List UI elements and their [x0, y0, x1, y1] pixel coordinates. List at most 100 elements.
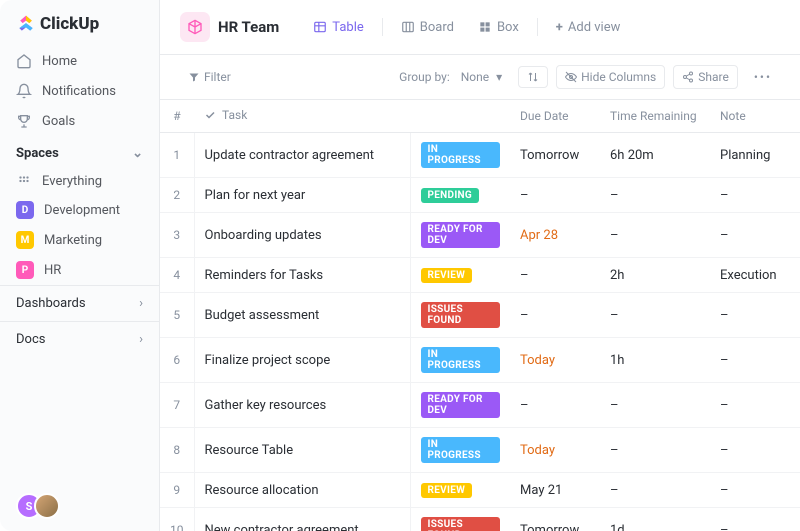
view-board[interactable]: Board	[393, 15, 462, 40]
note-cell[interactable]: –	[710, 473, 800, 508]
view-label: Table	[332, 20, 363, 35]
trophy-icon	[16, 113, 32, 129]
more-button[interactable]: •••	[746, 66, 780, 88]
due-date-cell[interactable]: Apr 28	[510, 213, 600, 258]
space-item-development[interactable]: DDevelopment	[0, 195, 159, 225]
filter-button[interactable]: Filter	[180, 66, 239, 88]
hide-columns-button[interactable]: Hide Columns	[556, 65, 665, 89]
topbar: HR Team Table Board Box + Add view	[160, 0, 800, 55]
due-date-cell[interactable]: –	[510, 383, 600, 428]
status-cell[interactable]: IN PROGRESS	[410, 133, 510, 178]
table-row[interactable]: 2 Plan for next year PENDING – – –	[160, 178, 800, 213]
time-remaining-cell[interactable]: 1d	[600, 508, 710, 531]
due-date-cell[interactable]: –	[510, 258, 600, 293]
nav-dashboards[interactable]: Dashboards ›	[0, 285, 159, 321]
brand-name: ClickUp	[40, 14, 99, 34]
time-remaining-cell[interactable]: –	[600, 473, 710, 508]
time-remaining-cell[interactable]: –	[600, 428, 710, 473]
col-status[interactable]	[410, 100, 510, 133]
brand-logo[interactable]: ClickUp	[0, 0, 159, 46]
task-name-cell[interactable]: Reminders for Tasks	[194, 258, 410, 293]
note-cell[interactable]: –	[710, 213, 800, 258]
note-cell[interactable]: –	[710, 293, 800, 338]
time-remaining-cell[interactable]: –	[600, 178, 710, 213]
avatar[interactable]	[34, 493, 60, 519]
task-name-cell[interactable]: Resource allocation	[194, 473, 410, 508]
table-row[interactable]: 9 Resource allocation REVIEW May 21 – –	[160, 473, 800, 508]
status-cell[interactable]: IN PROGRESS	[410, 428, 510, 473]
table-row[interactable]: 8 Resource Table IN PROGRESS Today – –	[160, 428, 800, 473]
status-cell[interactable]: ISSUES FOUND	[410, 293, 510, 338]
task-name-cell[interactable]: Resource Table	[194, 428, 410, 473]
note-cell[interactable]: –	[710, 338, 800, 383]
nav-docs[interactable]: Docs ›	[0, 321, 159, 357]
note-cell[interactable]: –	[710, 178, 800, 213]
table-row[interactable]: 6 Finalize project scope IN PROGRESS Tod…	[160, 338, 800, 383]
due-date-cell[interactable]: Today	[510, 428, 600, 473]
space-label: Development	[44, 203, 120, 218]
note-cell[interactable]: Planning	[710, 133, 800, 178]
time-remaining-cell[interactable]: –	[600, 383, 710, 428]
note-cell[interactable]: –	[710, 383, 800, 428]
task-name-cell[interactable]: Update contractor agreement	[194, 133, 410, 178]
row-number: 10	[160, 508, 194, 531]
view-table[interactable]: Table	[305, 15, 371, 40]
status-cell[interactable]: REVIEW	[410, 258, 510, 293]
status-badge: PENDING	[421, 188, 480, 203]
task-name-cell[interactable]: Finalize project scope	[194, 338, 410, 383]
sort-button[interactable]	[518, 66, 548, 88]
view-box[interactable]: Box	[470, 15, 527, 40]
table-row[interactable]: 10 New contractor agreement ISSUES FOUND…	[160, 508, 800, 531]
task-name-cell[interactable]: Plan for next year	[194, 178, 410, 213]
note-cell[interactable]: –	[710, 428, 800, 473]
task-name-cell[interactable]: Onboarding updates	[194, 213, 410, 258]
status-cell[interactable]: READY FOR DEV	[410, 213, 510, 258]
col-time[interactable]: Time Remaining	[600, 100, 710, 133]
add-view[interactable]: + Add view	[548, 15, 629, 40]
due-date-cell[interactable]: –	[510, 178, 600, 213]
time-remaining-cell[interactable]: –	[600, 213, 710, 258]
note-cell[interactable]: Execution	[710, 258, 800, 293]
nav-home[interactable]: Home	[0, 46, 159, 76]
time-remaining-cell[interactable]: 2h	[600, 258, 710, 293]
col-due[interactable]: Due Date	[510, 100, 600, 133]
space-item-hr[interactable]: PHR	[0, 255, 159, 285]
col-note[interactable]: Note	[710, 100, 800, 133]
nav-notifications[interactable]: Notifications	[0, 76, 159, 106]
share-button[interactable]: Share	[673, 65, 738, 89]
col-task[interactable]: Task	[194, 100, 410, 133]
table-row[interactable]: 4 Reminders for Tasks REVIEW – 2h Execut…	[160, 258, 800, 293]
status-cell[interactable]: IN PROGRESS	[410, 338, 510, 383]
task-name-cell[interactable]: Gather key resources	[194, 383, 410, 428]
table-row[interactable]: 3 Onboarding updates READY FOR DEV Apr 2…	[160, 213, 800, 258]
space-icon[interactable]	[180, 12, 210, 42]
table-row[interactable]: 1 Update contractor agreement IN PROGRES…	[160, 133, 800, 178]
due-date-cell[interactable]: Today	[510, 338, 600, 383]
dots-icon: •••	[754, 70, 772, 84]
task-name-cell[interactable]: New contractor agreement	[194, 508, 410, 531]
status-cell[interactable]: READY FOR DEV	[410, 383, 510, 428]
due-date-cell[interactable]: –	[510, 293, 600, 338]
status-cell[interactable]: PENDING	[410, 178, 510, 213]
time-remaining-cell[interactable]: 6h 20m	[600, 133, 710, 178]
due-date-cell[interactable]: Tomorrow	[510, 508, 600, 531]
col-number[interactable]: #	[160, 100, 194, 133]
space-item-marketing[interactable]: MMarketing	[0, 225, 159, 255]
group-by-button[interactable]: Group by: None ▾	[391, 66, 510, 88]
status-cell[interactable]: ISSUES FOUND	[410, 508, 510, 531]
table-row[interactable]: 5 Budget assessment ISSUES FOUND – – –	[160, 293, 800, 338]
due-date-cell[interactable]: May 21	[510, 473, 600, 508]
nav-label: Home	[42, 54, 77, 69]
status-cell[interactable]: REVIEW	[410, 473, 510, 508]
time-remaining-cell[interactable]: 1h	[600, 338, 710, 383]
space-label: Marketing	[44, 233, 102, 248]
spaces-header[interactable]: Spaces ⌄	[0, 136, 159, 167]
due-date-cell[interactable]: Tomorrow	[510, 133, 600, 178]
note-cell[interactable]: –	[710, 508, 800, 531]
table-row[interactable]: 7 Gather key resources READY FOR DEV – –…	[160, 383, 800, 428]
space-everything[interactable]: Everything	[0, 167, 159, 195]
nav-goals[interactable]: Goals	[0, 106, 159, 136]
time-remaining-cell[interactable]: –	[600, 293, 710, 338]
task-name-cell[interactable]: Budget assessment	[194, 293, 410, 338]
status-badge: IN PROGRESS	[421, 347, 501, 373]
